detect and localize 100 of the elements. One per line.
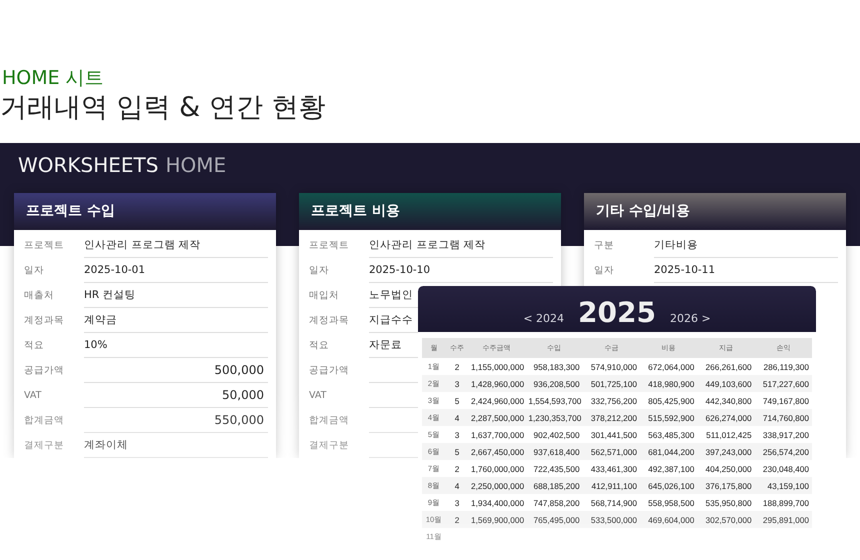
field-label: VAT <box>24 390 42 401</box>
next-year-link[interactable]: 2026 > <box>670 310 711 328</box>
field-label: 적요 <box>309 339 330 352</box>
table-cell: 4 <box>446 477 468 494</box>
field-value: 계좌이체 <box>84 439 128 451</box>
field-value: 10% <box>84 339 108 351</box>
field-value: 자문료 <box>369 339 402 351</box>
table-cell: 332,756,200 <box>582 392 640 409</box>
field-value: 지급수수 <box>369 314 413 326</box>
table-cell: 749,167,800 <box>754 392 812 409</box>
table-cell: 645,026,100 <box>640 477 698 494</box>
table-cell: 747,858,200 <box>525 494 583 511</box>
table-cell: 2,287,500,000 <box>468 409 526 426</box>
table-cell: 688,185,200 <box>525 477 583 494</box>
table-cell: 562,571,000 <box>582 443 640 460</box>
table-cell: 2 <box>446 358 468 375</box>
table-cell: 1,554,593,700 <box>525 392 583 409</box>
table-cell: 722,435,500 <box>525 460 583 477</box>
table-cell: 1,569,900,000 <box>468 511 526 528</box>
table-cell: 511,012,425 <box>697 426 755 443</box>
table-cell: 397,243,000 <box>697 443 755 460</box>
field-label: 합계금액 <box>24 414 65 427</box>
field-label: 일자 <box>309 264 330 277</box>
table-cell: 188,899,700 <box>754 494 812 511</box>
field-label: 일자 <box>24 264 45 277</box>
table-cell: 517,227,600 <box>754 375 812 392</box>
table-cell: 295,891,000 <box>754 511 812 528</box>
field-label: 계정과목 <box>24 314 65 327</box>
table-cell: 2,667,450,000 <box>468 443 526 460</box>
field-label: 구분 <box>594 239 615 252</box>
table-cell: 558,958,500 <box>640 494 698 511</box>
field-label: 프로젝트 <box>309 239 350 252</box>
table-cell: 574,910,000 <box>582 358 640 375</box>
table-cell: 672,064,000 <box>640 358 698 375</box>
banner-title: WORKSHEETS <box>18 153 158 177</box>
table-cell: 681,044,200 <box>640 443 698 460</box>
table-cell: 3 <box>446 375 468 392</box>
table-cell: 302,570,000 <box>697 511 755 528</box>
table-cell: 1,230,353,700 <box>525 409 583 426</box>
table-cell: 568,714,900 <box>582 494 640 511</box>
table-cell: 1,934,400,000 <box>468 494 526 511</box>
table-cell: 563,485,300 <box>640 426 698 443</box>
table-cell: 958,183,300 <box>525 358 583 375</box>
page-subtitle: HOME 시트 <box>1 66 105 90</box>
page-title: 거래내역 입력 & 연간 현황 <box>0 91 326 125</box>
table-cell: 626,274,000 <box>697 409 755 426</box>
field-value: 2025-10-01 <box>84 264 146 276</box>
field-value: 550,000 <box>214 413 264 427</box>
table-cell: 2 <box>446 460 468 477</box>
table-cell: 902,402,500 <box>525 426 583 443</box>
table-cell: 1,760,000,000 <box>468 460 526 477</box>
table-cell: 256,574,200 <box>754 443 812 460</box>
field-value: 2025-10-11 <box>654 264 716 276</box>
field-label: 일자 <box>594 264 615 277</box>
table-cell: 469,604,000 <box>640 511 698 528</box>
table-cell: 2 <box>446 511 468 528</box>
field-label: 프로젝트 <box>24 239 65 252</box>
card-header: 프로젝트 비용 <box>299 193 561 230</box>
field-value: 50,000 <box>222 388 264 402</box>
table-cell: 936,208,500 <box>525 375 583 392</box>
table-cell: 937,618,400 <box>525 443 583 460</box>
previous-year-link[interactable]: < 2024 <box>523 310 564 328</box>
table-cell: 286,119,300 <box>754 358 812 375</box>
table-cell: 43,159,100 <box>754 477 812 494</box>
table-cell: 3 <box>446 494 468 511</box>
field-value: 2025-10-10 <box>369 264 430 276</box>
card-header: 기타 수입/비용 <box>584 193 846 230</box>
table-cell: 378,212,200 <box>582 409 640 426</box>
table-cell: 301,441,500 <box>582 426 640 443</box>
field-label: 결제구분 <box>309 439 350 452</box>
table-cell: 4 <box>446 409 468 426</box>
table-cell: 266,261,600 <box>697 358 755 375</box>
table-cell: 404,250,000 <box>697 460 755 477</box>
field-value: 인사관리 프로그램 제작 <box>84 239 201 251</box>
field-label: 공급가액 <box>24 364 65 377</box>
field-label: 매입처 <box>309 289 340 302</box>
field-label: 적요 <box>24 339 45 352</box>
table-cell: 338,917,200 <box>754 426 812 443</box>
field-label: 합계금액 <box>309 414 350 427</box>
table-cell: 2,424,960,000 <box>468 392 526 409</box>
table-cell: 1,155,000,000 <box>468 358 526 375</box>
table-cell: 1,637,700,000 <box>468 426 526 443</box>
table-cell: 376,175,800 <box>697 477 755 494</box>
field-value: 노무법인 <box>369 289 413 301</box>
field-value: 500,000 <box>214 363 264 377</box>
table-cell: 492,387,100 <box>640 460 698 477</box>
table-cell: 5 <box>446 392 468 409</box>
table-cell: 5 <box>446 443 468 460</box>
table-cell: 501,725,100 <box>582 375 640 392</box>
field-value: 인사관리 프로그램 제작 <box>369 239 486 251</box>
table-cell: 805,425,900 <box>640 392 698 409</box>
table-cell: 412,911,100 <box>582 477 640 494</box>
field-label: 매출처 <box>24 289 55 302</box>
banner-title-accent: HOME <box>165 153 226 177</box>
current-year: 2025 <box>578 296 656 330</box>
table-cell: 3 <box>446 426 468 443</box>
table-cell: 765,495,000 <box>525 511 583 528</box>
field-value: HR 컨설팅 <box>84 289 136 301</box>
card-header: 프로젝트 수입 <box>14 193 276 230</box>
field-value: 기타비용 <box>654 239 698 251</box>
